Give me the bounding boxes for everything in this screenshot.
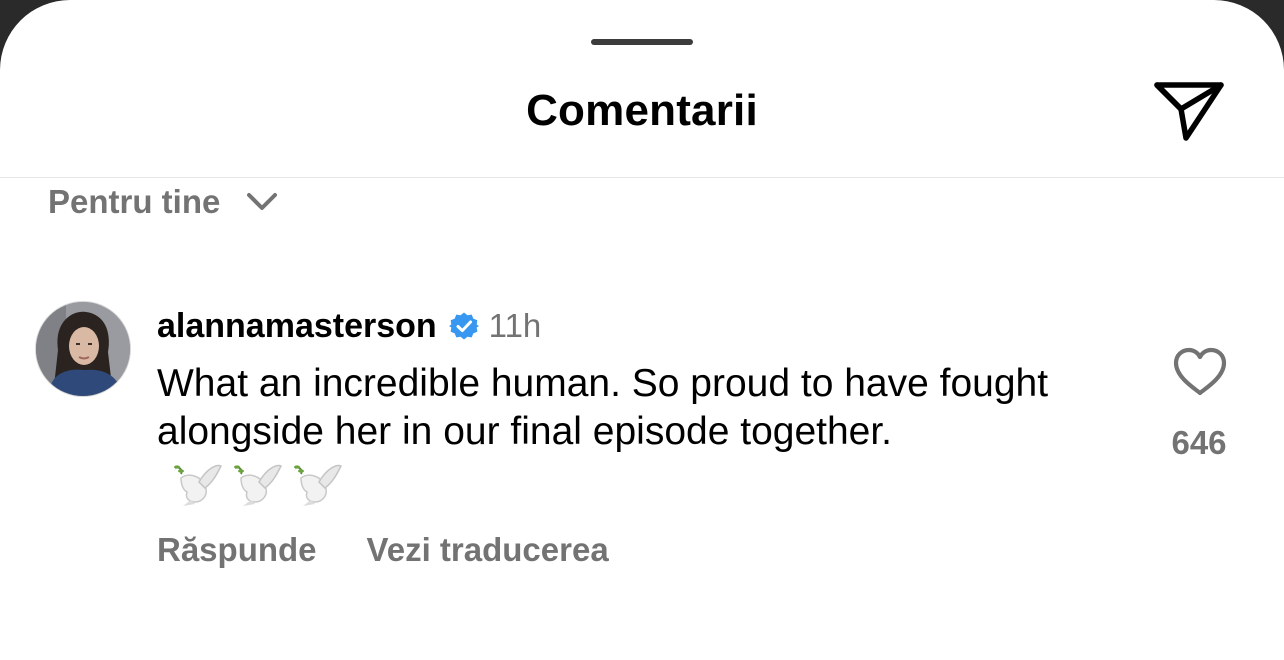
like-button[interactable] [1172,346,1228,398]
heart-outline-icon [1173,347,1227,396]
comment-timestamp: 11h [488,307,542,344]
comment-emoji [169,457,349,507]
comment-text: What an incredible human. So proud to ha… [157,362,1049,453]
sheet-title: Comentarii [526,86,758,135]
comment-body: What an incredible human. So proud to ha… [157,360,1057,507]
dove-icon [174,464,223,507]
comments-sheet: Comentarii Pentru tine alannamasterson 1… [0,0,1284,660]
comment-header: alannamasterson 11h [157,306,541,346]
share-button[interactable] [1150,76,1230,146]
avatar[interactable] [36,302,130,396]
paper-plane-icon [1154,82,1224,141]
sort-label: Pentru tine [48,183,221,220]
comment-username[interactable]: alannamasterson [157,307,437,346]
see-translation-button[interactable]: Vezi traducerea [367,531,609,569]
reply-button[interactable]: Răspunde [157,531,317,569]
drag-handle[interactable] [591,39,693,45]
comment-actions: Răspunde Vezi traducerea [157,528,609,572]
dove-icon [294,464,343,507]
dove-icon [234,464,283,507]
chevron-down-icon [247,193,278,210]
sort-selector[interactable]: Pentru tine [48,180,278,224]
header-divider [0,177,1284,178]
verified-badge-icon [448,312,479,340]
like-count: 646 [1171,424,1227,461]
